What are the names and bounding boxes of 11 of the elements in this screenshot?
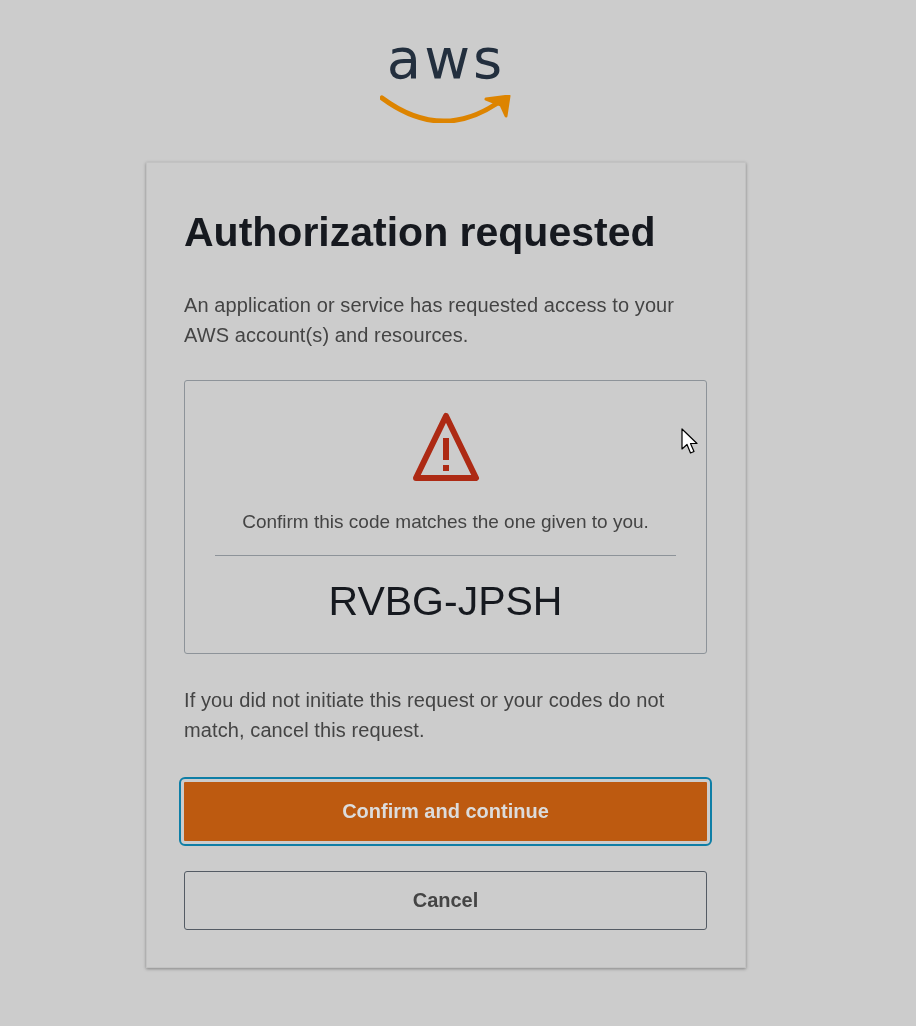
smile-arrow-icon (380, 95, 512, 123)
cancel-notice: If you did not initiate this request or your codes do not match, cancel this request. (184, 688, 666, 743)
dialog-title: Authorization requested (184, 208, 657, 257)
pointer-cursor-icon (681, 428, 699, 455)
verification-code: RVBG-JPSH (328, 577, 563, 625)
instruction-text: Confirm this code matches the one given to you. (242, 511, 649, 533)
request-message: An application or service has requested access to your AWS account(s) and resources. (184, 293, 676, 348)
cancel-button[interactable]: Cancel (184, 871, 707, 930)
confirm-button[interactable]: Confirm and continue (179, 777, 712, 846)
warning-icon (411, 412, 480, 482)
logo-text: aws (386, 39, 506, 79)
